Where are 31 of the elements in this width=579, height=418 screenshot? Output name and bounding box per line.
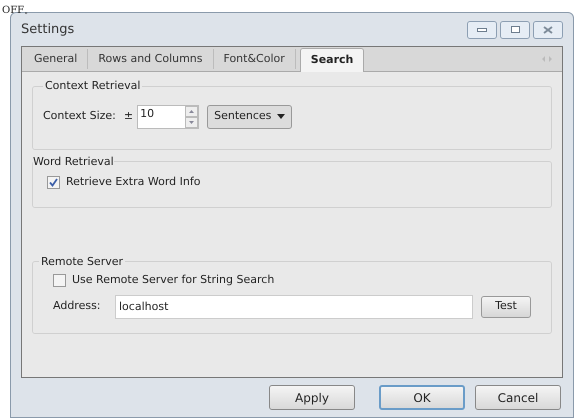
maximize-icon (510, 26, 520, 33)
group-title: Remote Server (40, 254, 124, 270)
checkbox-label: Use Remote Server for String Search (72, 272, 274, 288)
group-title: Word Retrieval (33, 154, 114, 170)
spinner-arrows-icon[interactable] (185, 106, 198, 128)
address-label: Address: (53, 298, 102, 314)
tab[interactable]: Search (300, 48, 364, 72)
dialog-button[interactable]: OK (379, 385, 465, 410)
close-button[interactable] (533, 20, 563, 38)
tab[interactable]: Font&Color (214, 49, 296, 69)
context-size-spinner[interactable]: 10 (137, 104, 200, 128)
checkbox[interactable] (47, 176, 60, 189)
window-title: Settings (21, 20, 74, 39)
close-icon (543, 26, 553, 34)
plus-minus-sign: ± (124, 108, 134, 124)
address-field[interactable]: localhost (115, 294, 473, 318)
tab[interactable]: Rows and Columns (88, 49, 214, 69)
minimize-button[interactable] (467, 20, 497, 38)
minimize-icon (477, 28, 487, 32)
context-size-label: Context Size: (43, 108, 116, 124)
checkbox[interactable] (53, 274, 66, 287)
group-title: Context Retrieval (44, 78, 142, 94)
backdrop-text: OFF。 (2, 5, 34, 17)
tab[interactable]: General (24, 49, 88, 69)
test-button[interactable]: Test (481, 296, 531, 318)
dialog-button[interactable]: Apply (269, 385, 355, 410)
unit-dropdown[interactable]: Sentences (207, 104, 292, 128)
checkbox-label: Retrieve Extra Word Info (66, 174, 200, 190)
dialog-button[interactable]: Cancel (475, 385, 561, 410)
maximize-button[interactable] (500, 20, 530, 38)
caret-icon (277, 114, 286, 119)
